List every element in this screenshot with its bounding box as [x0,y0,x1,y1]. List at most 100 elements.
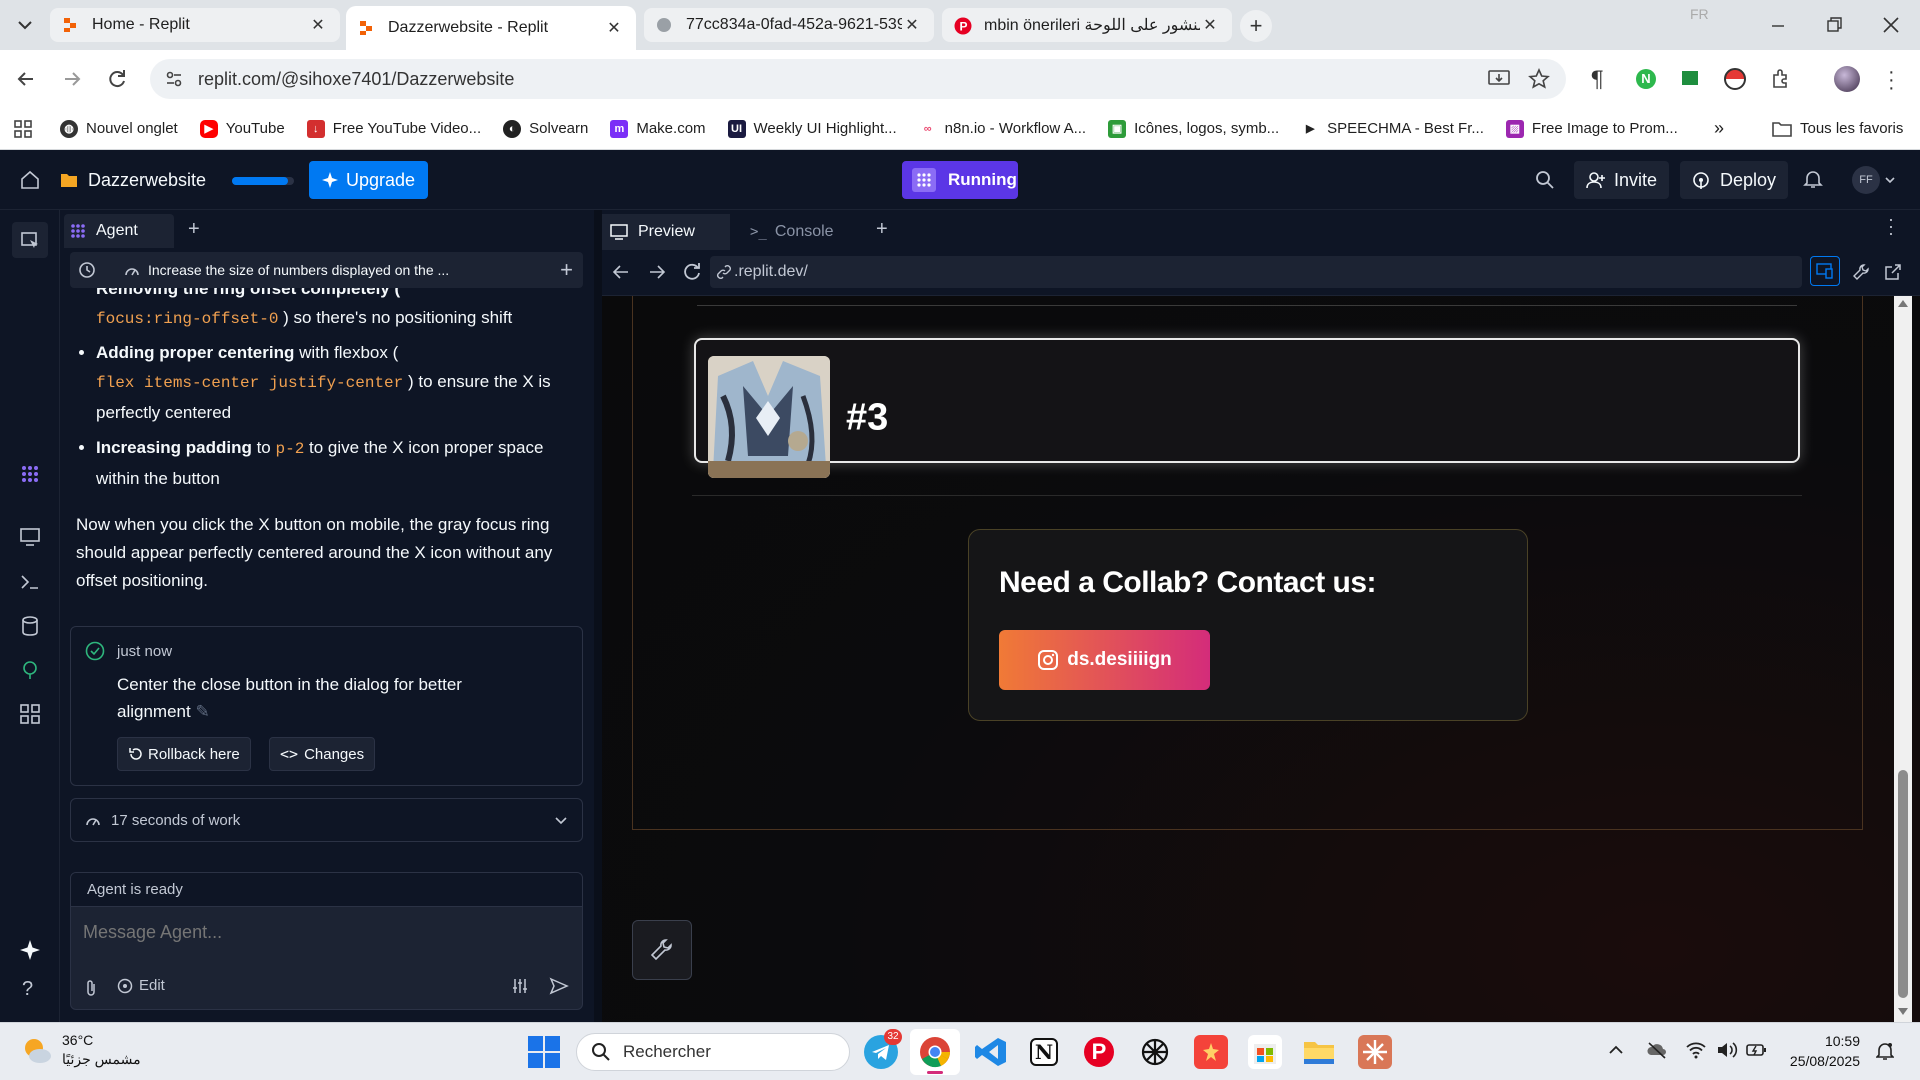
tab-list-chevron-icon[interactable] [14,14,36,36]
chrome-app-icon[interactable] [910,1029,960,1075]
upgrade-button[interactable]: Upgrade [309,161,428,199]
device-toggle-icon[interactable] [1810,256,1840,286]
reader-extension-icon[interactable]: ¶ [1590,68,1604,93]
tab-dazzerwebsite[interactable]: Dazzerwebsite - Replit ✕ [346,6,636,50]
telegram-app-icon[interactable]: 32 [864,1029,902,1069]
restore-button[interactable] [1824,15,1844,35]
instagram-button[interactable]: ds.desiiiign [999,630,1210,690]
minimize-button[interactable] [1768,16,1788,36]
address-bar[interactable]: replit.com/@sihoxe7401/Dazzerwebsite [150,59,1566,99]
claude-app-icon[interactable] [1358,1035,1392,1069]
bookmark-item[interactable]: ▶ SPEECHMA - Best Fr... [1301,119,1484,138]
wifi-icon[interactable] [1686,1041,1706,1059]
webview-forward-icon[interactable] [648,264,666,280]
install-app-icon[interactable] [1488,69,1510,89]
history-bar[interactable]: Increase the size of numbers displayed o… [70,252,583,288]
project-switcher[interactable]: Dazzerwebsite [60,160,206,200]
scroll-up-arrow-icon[interactable] [1898,300,1908,307]
pixel-app-icon[interactable] [1194,1035,1228,1069]
agent-dots-icon[interactable] [20,464,40,484]
bookmark-item[interactable]: ◍ Nouvel onglet [60,119,178,138]
open-new-window-icon[interactable] [1884,263,1902,281]
console-tab[interactable]: >_ Console [742,214,870,250]
database-icon[interactable] [21,616,39,636]
bookmark-item[interactable]: UI Weekly UI Highlight... [727,119,897,138]
attach-paperclip-icon[interactable] [83,979,99,997]
start-button[interactable] [528,1036,560,1068]
reload-icon[interactable] [106,68,128,90]
file-explorer-icon[interactable] [1302,1035,1336,1069]
vscode-app-icon[interactable] [974,1035,1008,1069]
changes-button[interactable]: <> Changes [269,737,376,771]
history-clock-icon[interactable] [78,261,96,279]
notifications-bell-icon[interactable] [1803,169,1823,189]
run-button[interactable]: Running [902,161,1018,199]
webview-back-icon[interactable] [612,264,630,280]
invite-button[interactable]: Invite [1574,161,1670,199]
notion-app-icon[interactable]: N [1030,1038,1058,1066]
pane-resize-handle[interactable] [594,210,602,1022]
tab-uuid[interactable]: 77cc834a-0fad-452a-9621-5390 ✕ [644,8,934,42]
console-icon[interactable] [20,574,40,590]
forward-icon[interactable] [62,68,84,90]
agent-tab[interactable]: Agent [64,214,174,248]
bookmark-item[interactable]: ↓ Free YouTube Video... [306,119,481,138]
preview-monitor-icon[interactable] [20,528,40,546]
secrets-icon[interactable] [20,660,40,680]
preview-tab[interactable]: Preview [602,214,730,250]
work-summary-row[interactable]: 17 seconds of work [70,798,583,842]
profile-avatar[interactable] [1834,66,1860,92]
ai-sparkle-icon[interactable] [20,940,40,960]
home-icon[interactable] [20,170,40,190]
close-tab-icon[interactable]: ✕ [902,15,922,35]
ranking-card[interactable]: #3 [694,338,1800,478]
webview-reload-icon[interactable] [682,262,702,282]
bookmark-item[interactable]: ∞ n8n.io - Workflow A... [918,119,1086,138]
more-bookmarks-chevron[interactable]: » [1714,118,1724,139]
tray-chevron-up-icon[interactable] [1608,1043,1624,1055]
search-icon[interactable] [1535,170,1555,190]
chatgpt-app-icon[interactable] [1138,1035,1172,1069]
rollback-button[interactable]: Rollback here [117,737,251,771]
tab-home-replit[interactable]: Home - Replit ✕ [50,8,340,42]
chrome-menu-icon[interactable]: · · · [1888,62,1895,98]
bookmark-item[interactable]: m Make.com [610,119,706,138]
viewport-scrollbar[interactable] [1894,296,1912,1022]
message-input[interactable] [71,907,582,957]
taskbar-search[interactable]: Rechercher [576,1033,850,1071]
volume-icon[interactable] [1716,1041,1738,1059]
new-chat-plus-icon[interactable]: + [560,257,573,283]
pokeball-extension-icon[interactable] [1724,68,1746,90]
devtools-wrench-icon[interactable] [1852,263,1870,281]
scrollbar-thumb[interactable] [1898,770,1908,998]
help-icon[interactable]: ? [22,978,33,1001]
store-app-icon[interactable] [1248,1035,1282,1069]
close-tab-icon[interactable]: ✕ [308,15,328,35]
n-extension-icon[interactable]: N [1636,69,1656,89]
send-icon[interactable] [549,977,569,995]
all-tools-grid-icon[interactable] [20,704,40,724]
battery-charging-icon[interactable] [1746,1041,1768,1059]
site-info-icon[interactable] [164,69,184,89]
tray-cloud-off-icon[interactable] [1646,1041,1668,1059]
new-tab-plus-icon[interactable]: + [188,218,200,241]
pane-menu-icon[interactable]: · · · [1888,210,1894,242]
extensions-puzzle-icon[interactable] [1770,68,1792,90]
apps-grid-icon[interactable] [14,119,32,138]
settings-sliders-icon[interactable] [511,977,529,995]
close-window-button[interactable] [1880,14,1902,36]
edit-pencil-icon[interactable]: ✎ [195,702,209,721]
bookmark-item[interactable]: ▨ Free Image to Prom... [1505,119,1678,138]
bookmark-item[interactable]: ◐ Solvearn [503,119,588,138]
files-tool-icon[interactable] [12,222,48,258]
new-pane-tab-plus[interactable]: + [876,218,888,241]
bookmark-item[interactable]: ▶ YouTube [199,119,285,138]
pinterest-app-icon[interactable]: P [1084,1037,1114,1067]
clock[interactable]: 10:59 25/08/2025 [1784,1031,1860,1071]
deploy-button[interactable]: Deploy [1680,161,1789,199]
webview-url-bar[interactable]: .replit.dev/ [710,256,1802,288]
scroll-down-arrow-icon[interactable] [1898,1008,1908,1015]
chat-extension-icon[interactable] [1682,71,1698,85]
close-tab-icon[interactable]: ✕ [604,18,624,38]
back-icon[interactable] [14,68,36,90]
